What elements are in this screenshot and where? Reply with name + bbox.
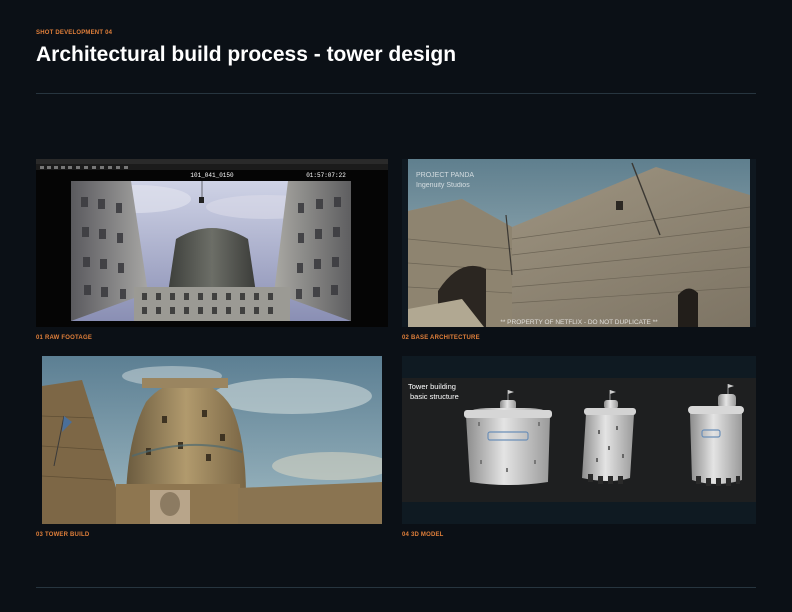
3d-model-image: Tower building basic structure	[402, 356, 756, 524]
caption-raw-footage: 01 RAW FOOTAGE	[36, 335, 93, 341]
base-architecture-image: PROJECT PANDA Ingenuity Studios ** PROPE…	[402, 159, 756, 327]
raw-footage-panel: 101_041_0150 01:57:07:22	[36, 159, 388, 327]
shot-id-label: 101_041_0150	[190, 172, 234, 179]
studio-watermark-line2: Ingenuity Studios	[416, 182, 470, 189]
timecode-label: 01:57:07:22	[306, 172, 346, 179]
studio-watermark-line1: PROJECT PANDA	[416, 172, 474, 179]
tower-build-image	[42, 356, 382, 524]
3d-model-panel: Tower building basic structure	[402, 356, 756, 524]
caption-3d-model: 04 3D MODEL	[402, 532, 444, 538]
model-label-line2: basic structure	[410, 392, 459, 401]
model-label-line1: Tower building	[408, 382, 456, 391]
base-architecture-panel: PROJECT PANDA Ingenuity Studios ** PROPE…	[402, 159, 756, 327]
bottom-divider	[36, 587, 756, 588]
page-title: Architectural build process - tower desi…	[36, 43, 457, 66]
tower-build-panel	[42, 356, 382, 524]
netflix-watermark: ** PROPERTY OF NETFLIX - DO NOT DUPLICAT…	[500, 319, 658, 326]
raw-footage-image: 101_041_0150 01:57:07:22	[36, 159, 388, 327]
caption-tower-build: 03 TOWER BUILD	[36, 532, 90, 538]
top-divider	[36, 93, 756, 94]
caption-base-architecture: 02 BASE ARCHITECTURE	[402, 335, 480, 341]
shot-kicker: SHOT DEVELOPMENT 04	[36, 30, 113, 36]
